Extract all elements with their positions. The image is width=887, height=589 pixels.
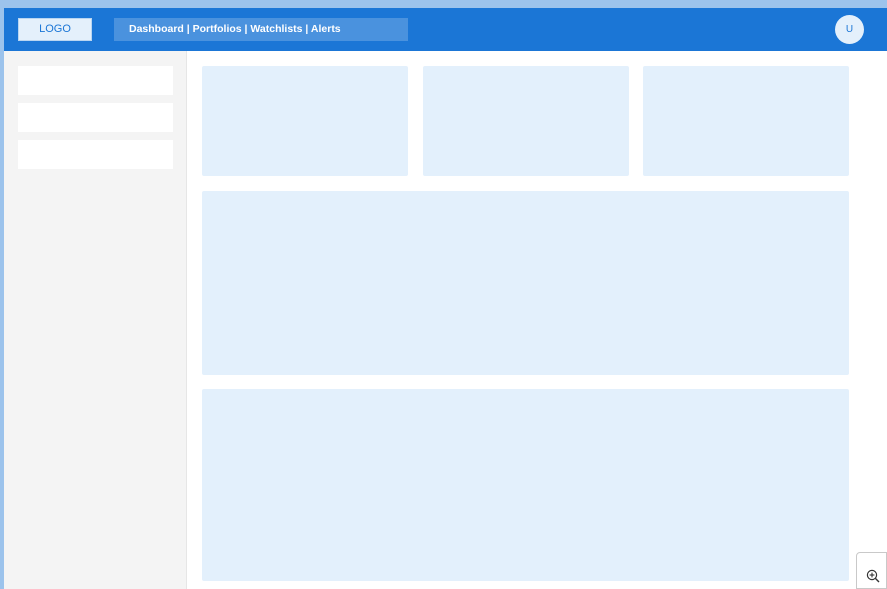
summary-card-2: [423, 66, 629, 176]
sidebar: [4, 51, 187, 589]
zoom-in-icon: [866, 569, 880, 583]
logo[interactable]: LOGO: [18, 18, 92, 41]
sidebar-item-3[interactable]: [18, 140, 173, 169]
app-window: LOGO Dashboard | Portfolios | Watchlists…: [4, 8, 887, 589]
lower-panel: [202, 389, 849, 581]
summary-card-1: [202, 66, 408, 176]
sidebar-item-2[interactable]: [18, 103, 173, 132]
sidebar-item-1[interactable]: [18, 66, 173, 95]
top-header: LOGO Dashboard | Portfolios | Watchlists…: [4, 8, 887, 51]
main-panel: [202, 191, 849, 375]
main-nav[interactable]: Dashboard | Portfolios | Watchlists | Al…: [114, 18, 408, 41]
summary-card-3: [643, 66, 849, 176]
avatar[interactable]: U: [835, 15, 864, 44]
screen-frame: LOGO Dashboard | Portfolios | Watchlists…: [0, 0, 887, 589]
zoom-button[interactable]: [856, 552, 887, 589]
